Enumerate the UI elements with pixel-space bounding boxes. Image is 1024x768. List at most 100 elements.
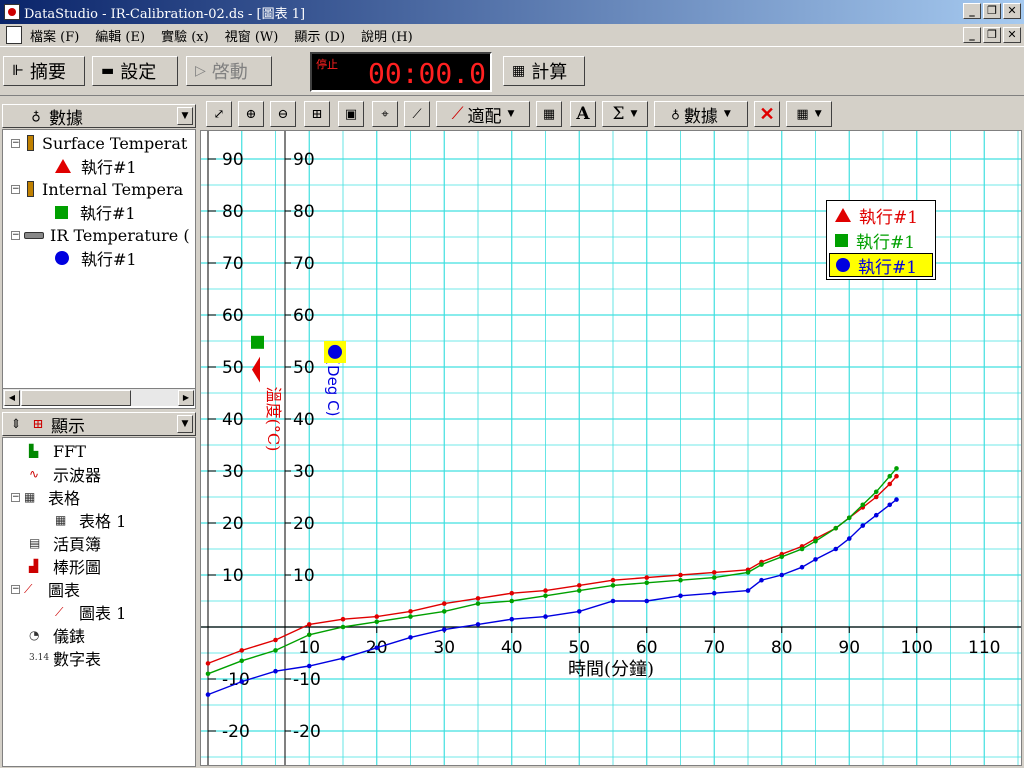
display-item-meter[interactable]: ◔ 儀錶 bbox=[29, 624, 85, 646]
display-panel: ▙ FFT ∿ 示波器 − ▦ 表格 ▦ 表格 1 ▤ 活頁簿 ▟ 棒形圖 − … bbox=[2, 437, 196, 767]
display-item-scope[interactable]: ∿ 示波器 bbox=[29, 463, 101, 485]
collapse-icon[interactable]: − bbox=[11, 492, 20, 502]
green-square-icon bbox=[55, 205, 68, 219]
display-item-table[interactable]: − ▦ 表格 bbox=[11, 486, 80, 508]
collapse-icon[interactable]: − bbox=[11, 138, 20, 148]
data-panel-dropdown[interactable]: ▼ bbox=[177, 107, 193, 125]
zoom-in-icon: ⊕ bbox=[245, 106, 257, 122]
zoom-select-button[interactable]: ⊞ bbox=[304, 101, 330, 127]
meter-icon: ◔ bbox=[29, 628, 40, 642]
zoom-in-button[interactable]: ⊕ bbox=[238, 101, 264, 127]
menu-display[interactable]: 顯示 (D) bbox=[294, 26, 345, 45]
series-ir-temperature-point bbox=[408, 635, 413, 640]
collapse-icon[interactable]: − bbox=[11, 184, 20, 194]
display-item-graph[interactable]: − ⟋ 圖表 bbox=[11, 578, 80, 600]
series-ir-temperature-point bbox=[711, 590, 717, 596]
doc-close-button[interactable]: ✕ bbox=[1003, 27, 1021, 43]
start-button[interactable]: ▷ 啓動 bbox=[186, 56, 272, 86]
y-tick-label-left: 30 bbox=[222, 462, 244, 482]
x-tick-label: 30 bbox=[433, 638, 455, 658]
scroll-left-icon[interactable]: ◀ bbox=[4, 390, 20, 406]
run-ir-temp[interactable]: 執行#1 bbox=[55, 247, 137, 269]
text-tool-button[interactable]: A bbox=[570, 101, 596, 127]
summary-button[interactable]: ⊩ 摘要 bbox=[3, 56, 85, 86]
restore-button[interactable]: ❐ bbox=[983, 3, 1001, 19]
display-item-workbook[interactable]: ▤ 活頁簿 bbox=[29, 532, 101, 554]
series-surface-temperature-point bbox=[408, 609, 413, 614]
series-ir-temperature-point bbox=[509, 616, 515, 622]
series-ir-temperature-point bbox=[759, 577, 764, 583]
delete-button[interactable]: ✕ bbox=[754, 101, 780, 127]
menu-help[interactable]: 說明 (H) bbox=[361, 26, 413, 45]
minimize-button[interactable]: _ bbox=[963, 3, 981, 19]
sensor-surface-temp[interactable]: − Surface Temperat bbox=[11, 132, 187, 154]
sensor-ir-temp[interactable]: − IR Temperature ( bbox=[11, 224, 190, 246]
display-item-fft[interactable]: ▙ FFT bbox=[29, 440, 86, 462]
y-tick-label-left: 50 bbox=[222, 358, 244, 378]
bar-graph-icon: ▟ bbox=[29, 559, 39, 573]
zoom-out-button[interactable]: ⊖ bbox=[270, 101, 296, 127]
graph-settings-button[interactable]: ▦ ▼ bbox=[786, 101, 832, 127]
series-internal-temperature-point bbox=[374, 619, 380, 625]
doc-restore-button[interactable]: ❐ bbox=[983, 27, 1001, 43]
series-ir-temperature-point bbox=[644, 598, 650, 604]
display-item-table-1[interactable]: ▦ 表格 1 bbox=[55, 509, 126, 531]
display-panel-header[interactable]: ⇕ ⊞ 顯示 ▼ bbox=[2, 412, 196, 437]
scroll-right-icon[interactable]: ▶ bbox=[178, 390, 194, 406]
sensor-internal-temp[interactable]: − Internal Tempera bbox=[11, 178, 183, 200]
menu-experiment[interactable]: 實驗 (x) bbox=[161, 26, 209, 45]
y-tick-label-left: 20 bbox=[222, 514, 244, 534]
lock-icon: ▣ bbox=[344, 106, 358, 122]
data-dropdown-button[interactable]: ♁ 數據 ▼ bbox=[654, 101, 748, 127]
legend-item-surface[interactable]: 執行#1 bbox=[829, 203, 933, 228]
collapse-icon[interactable]: − bbox=[11, 230, 20, 240]
display-item-graph-1[interactable]: ⟋ 圖表 1 bbox=[55, 601, 126, 623]
data-panel-header[interactable]: ♁ 數據 ▼ bbox=[2, 104, 196, 129]
series-ir-temperature-point bbox=[340, 655, 346, 661]
data-panel-scrollbar[interactable]: ◀ ▶ bbox=[3, 388, 195, 406]
x-tick-label: 110 bbox=[968, 638, 1000, 658]
x-tick-label: 90 bbox=[838, 638, 860, 658]
slope-icon: ⟋ bbox=[412, 106, 422, 122]
menu-edit[interactable]: 編輯 (E) bbox=[95, 26, 145, 45]
chart-legend[interactable]: 執行#1 執行#1 執行#1 bbox=[826, 200, 936, 280]
run-internal-temp[interactable]: 執行#1 bbox=[55, 201, 136, 223]
display-item-bar-graph[interactable]: ▟ 棒形圖 bbox=[29, 555, 101, 577]
series-ir-temperature-point bbox=[543, 614, 548, 619]
graph-icon: ⟋ bbox=[55, 604, 64, 619]
main-toolbar: ⊩ 摘要 ▬ 設定 ▷ 啓動 ▦ 計算 bbox=[0, 48, 1024, 96]
lock-button[interactable]: ▣ bbox=[338, 101, 364, 127]
legend-item-ir[interactable]: 執行#1 bbox=[829, 253, 933, 278]
y-tick-label-right: 20 bbox=[293, 514, 315, 534]
collapse-icon[interactable]: − bbox=[11, 584, 20, 594]
series-internal-temperature-point bbox=[441, 609, 447, 614]
legend-item-internal[interactable]: 執行#1 bbox=[829, 228, 933, 253]
calculate-tool-button[interactable]: ▦ bbox=[536, 101, 562, 127]
slope-tool-button[interactable]: ⟋ bbox=[404, 101, 430, 127]
doc-minimize-button[interactable]: _ bbox=[963, 27, 981, 43]
zoom-select-icon: ⊞ bbox=[311, 106, 323, 122]
display-item-digits[interactable]: 3.14 數字表 bbox=[29, 647, 101, 669]
statistics-button[interactable]: Σ ▼ bbox=[602, 101, 648, 127]
scroll-thumb[interactable] bbox=[21, 390, 131, 406]
calculate-button[interactable]: ▦ 計算 bbox=[503, 56, 585, 86]
setup-button[interactable]: ▬ 設定 bbox=[92, 56, 178, 86]
close-button[interactable]: ✕ bbox=[1003, 3, 1021, 19]
smart-tool-button[interactable]: ⌖ bbox=[372, 101, 398, 127]
digits-icon: 3.14 bbox=[29, 653, 50, 663]
scale-to-fit-button[interactable]: ⤢ bbox=[206, 101, 232, 127]
y-tick-label-left: 90 bbox=[222, 150, 244, 170]
x-tick-label: 40 bbox=[501, 638, 523, 658]
fit-dropdown-button[interactable]: ⟋ 適配 ▼ bbox=[436, 101, 530, 127]
document-icon[interactable] bbox=[6, 26, 22, 44]
series-internal-temperature-point bbox=[799, 546, 805, 552]
series-internal-temperature-point bbox=[711, 575, 717, 580]
series-internal-temperature-point bbox=[340, 624, 346, 630]
run-surface-temp[interactable]: 執行#1 bbox=[55, 155, 137, 177]
menu-file[interactable]: 檔案 (F) bbox=[30, 26, 79, 45]
menu-window[interactable]: 視窗 (W) bbox=[225, 26, 279, 45]
series-ir-temperature-point bbox=[576, 609, 582, 614]
x-tick-label: 60 bbox=[636, 638, 658, 658]
display-panel-dropdown[interactable]: ▼ bbox=[177, 415, 193, 433]
series-ir-temperature-point bbox=[678, 593, 683, 599]
